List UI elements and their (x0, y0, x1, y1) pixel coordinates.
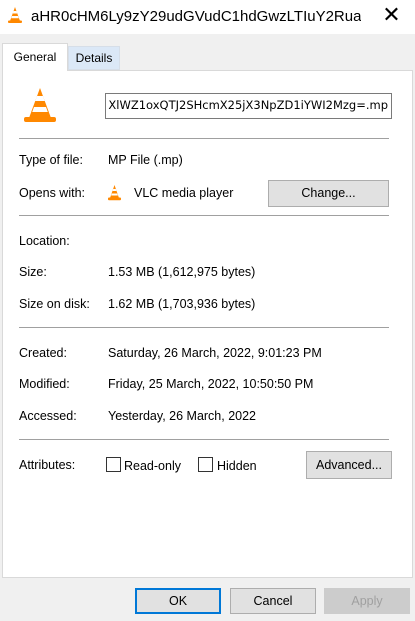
divider (19, 327, 389, 328)
close-button[interactable]: ✕ (368, 0, 415, 34)
size-value: 1.53 MB (1,612,975 bytes) (108, 265, 256, 279)
type-label: Type of file: (19, 153, 83, 167)
title-bar: aHR0cHM6Ly9zY29udGVudC1hdGwzLTIuY2RuaW5 … (0, 0, 415, 34)
hidden-checkbox[interactable] (198, 457, 213, 472)
read-only-label[interactable]: Read-only (124, 459, 181, 473)
window-title: aHR0cHM6Ly9zY29udGVudC1hdGwzLTIuY2RuaW5 (31, 8, 361, 25)
size-on-disk-label: Size on disk: (19, 297, 90, 311)
type-value: MP File (.mp) (108, 153, 183, 167)
apply-button[interactable]: Apply (324, 588, 410, 614)
vlc-cone-icon (8, 7, 22, 23)
location-label: Location: (19, 234, 70, 248)
accessed-label: Accessed: (19, 409, 77, 423)
read-only-checkbox[interactable] (106, 457, 121, 472)
tab-general[interactable]: General (2, 43, 68, 71)
accessed-value: Yesterday, 26 March, 2022 (108, 409, 257, 423)
size-on-disk-value: 1.62 MB (1,703,936 bytes) (108, 297, 256, 311)
cancel-button[interactable]: Cancel (230, 588, 316, 614)
opens-with-value: VLC media player (134, 186, 234, 200)
advanced-button[interactable]: Advanced... (306, 451, 392, 479)
created-label: Created: (19, 346, 67, 360)
divider (19, 138, 389, 139)
vlc-app-icon (108, 185, 121, 201)
modified-label: Modified: (19, 377, 70, 391)
opens-with-label: Opens with: (19, 186, 86, 200)
hidden-label[interactable]: Hidden (217, 459, 257, 473)
file-name-text: XlWZ1oxQTJ2SHcmX25jX3NpZD1iYWI2Mzg=.mp (108, 98, 388, 112)
divider (19, 215, 389, 216)
modified-value: Friday, 25 March, 2022, 10:50:50 PM (108, 377, 314, 391)
size-label: Size: (19, 265, 47, 279)
general-panel (2, 70, 413, 578)
file-name-input[interactable]: XlWZ1oxQTJ2SHcmX25jX3NpZD1iYWI2Mzg=.mp (105, 93, 392, 119)
change-button[interactable]: Change... (268, 180, 389, 207)
divider (19, 439, 389, 440)
attributes-label: Attributes: (19, 458, 76, 472)
vlc-file-icon (24, 88, 56, 122)
ok-button[interactable]: OK (135, 588, 221, 614)
tab-details[interactable]: Details (68, 46, 120, 70)
created-value: Saturday, 26 March, 2022, 9:01:23 PM (108, 346, 322, 360)
